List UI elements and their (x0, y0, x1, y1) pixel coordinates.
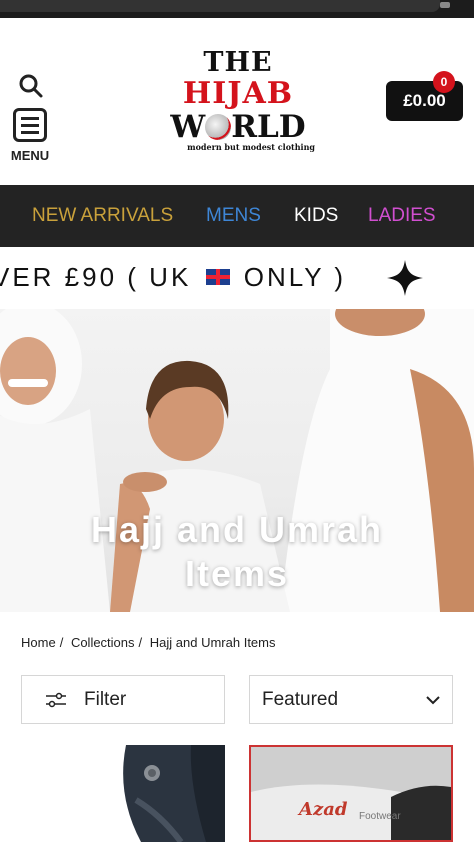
product-image (251, 747, 451, 840)
breadcrumb-separator: / (59, 635, 64, 650)
sort-select[interactable]: Featured (249, 675, 453, 724)
menu-label: MENU (10, 148, 50, 163)
filter-sliders-icon (46, 692, 66, 707)
menu-button[interactable]: MENU (10, 108, 50, 166)
sort-label: Featured (262, 688, 339, 710)
product-card[interactable] (21, 745, 225, 842)
search-button[interactable] (16, 71, 46, 101)
globe-icon (205, 114, 232, 140)
hero-title: Hajj and Umrah Items (90, 509, 384, 594)
filter-label: Filter (84, 688, 127, 710)
product-image (21, 745, 225, 842)
logo-line-1: THE (203, 47, 273, 78)
announcement-text: VER £90 ( UK ONLY ) (0, 262, 347, 292)
nav-item-new-arrivals[interactable]: NEW ARRIVALS (32, 205, 173, 227)
hero-banner: Hajj and Umrah Items (0, 309, 474, 612)
product-brand-label: Azad (299, 799, 348, 820)
chevron-down-icon (426, 695, 440, 704)
hamburger-icon (13, 108, 47, 142)
breadcrumb-collections[interactable]: Collections (71, 635, 135, 650)
url-bar (0, 0, 440, 12)
sparkle-icon (387, 260, 423, 296)
uk-flag-icon (205, 269, 230, 285)
breadcrumb-separator: / (138, 635, 143, 650)
status-indicator (440, 2, 450, 8)
site-header: MENU THE HIJAB W RLD modern but modest cl… (0, 18, 474, 185)
search-icon (19, 74, 43, 98)
cart-count-badge: 0 (433, 71, 455, 93)
nav-item-kids[interactable]: KIDS (294, 205, 338, 227)
site-logo[interactable]: THE HIJAB W RLD modern but modest clothin… (157, 48, 319, 176)
main-nav: NEW ARRIVALS MENS KIDS LADIES (0, 185, 474, 247)
breadcrumb-current: Hajj and Umrah Items (149, 635, 276, 650)
nav-item-ladies[interactable]: LADIES (368, 205, 436, 227)
nav-item-mens[interactable]: MENS (206, 205, 261, 227)
status-bar (0, 0, 474, 18)
logo-line-2: HIJAB (182, 76, 294, 111)
breadcrumb-home[interactable]: Home (21, 635, 56, 650)
product-card[interactable]: Azad Footwear (249, 745, 453, 842)
breadcrumb: Home / Collections / Hajj and Umrah Items (21, 635, 280, 650)
logo-line-3: W RLD (170, 109, 306, 145)
filter-button[interactable]: Filter (21, 675, 225, 724)
product-brand-sub: Footwear (359, 811, 401, 822)
